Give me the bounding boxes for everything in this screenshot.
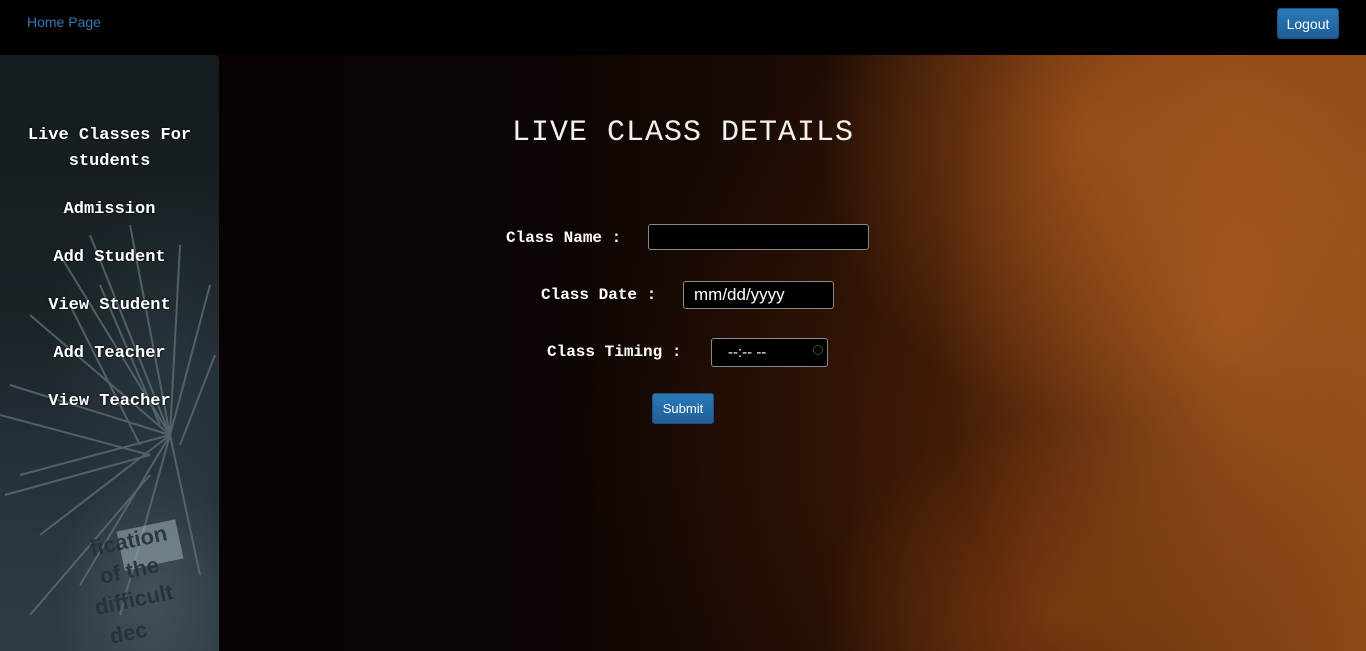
clock-icon[interactable] xyxy=(813,345,823,355)
sidebar-item-admission[interactable]: Admission xyxy=(10,197,210,223)
sidebar-item-view-student[interactable]: View Student xyxy=(10,293,210,319)
sidebar-item-live-classes[interactable]: Live Classes For students xyxy=(10,123,210,175)
submit-button[interactable]: Submit xyxy=(652,393,714,424)
class-timing-label: Class Timing : xyxy=(547,343,682,361)
class-date-input[interactable] xyxy=(683,281,834,309)
top-navbar: Home Page Logout xyxy=(0,0,1366,55)
sidebar: fication of the difficult dec Live Class… xyxy=(0,55,219,651)
class-name-input[interactable] xyxy=(648,224,869,250)
home-page-link[interactable]: Home Page xyxy=(27,14,101,30)
sidebar-item-add-teacher[interactable]: Add Teacher xyxy=(10,341,210,367)
logout-button[interactable]: Logout xyxy=(1277,8,1339,39)
class-timing-input[interactable] xyxy=(711,338,828,367)
class-timing-wrapper xyxy=(711,338,828,367)
sidebar-item-add-student[interactable]: Add Student xyxy=(10,245,210,271)
class-date-label: Class Date : xyxy=(541,286,657,304)
class-name-label: Class Name : xyxy=(506,229,622,247)
svg-text:dec: dec xyxy=(107,617,149,649)
sidebar-nav: Live Classes For students Admission Add … xyxy=(0,123,219,437)
page-title: LIVE CLASS DETAILS xyxy=(511,116,855,150)
sidebar-item-view-teacher[interactable]: View Teacher xyxy=(10,389,210,415)
